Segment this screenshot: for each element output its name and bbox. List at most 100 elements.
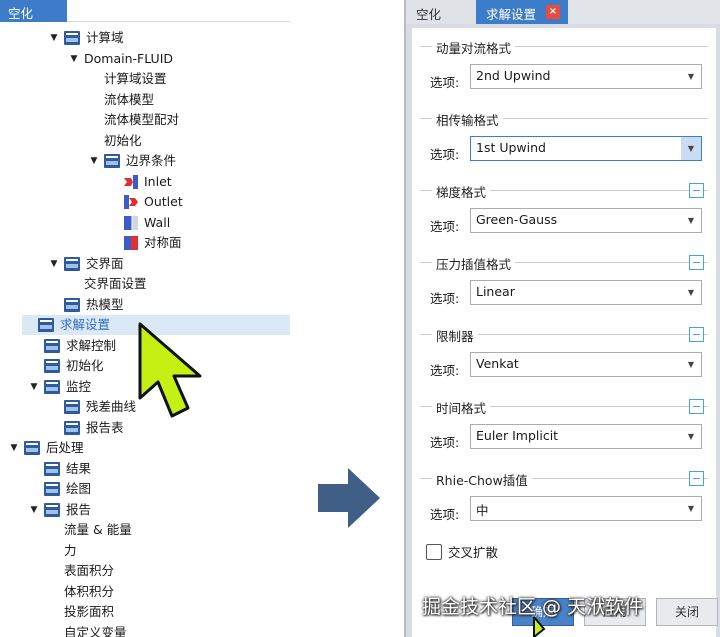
settings-group: 梯度格式 选项: Green-Gauss ▼	[420, 180, 708, 244]
tree-item-label: 后处理	[46, 440, 84, 455]
collapse-icon[interactable]	[689, 183, 704, 198]
tree-item[interactable]: ▼ 计算域	[48, 28, 124, 48]
folder-icon	[64, 420, 80, 435]
group-title: 时间格式	[432, 398, 491, 417]
tree-item[interactable]: 计算域设置	[88, 69, 167, 89]
tree-item-label: 报告	[66, 501, 92, 517]
tree-item-label: 求解设置	[60, 317, 111, 332]
symmetry-icon	[124, 236, 138, 250]
folder-icon	[64, 400, 80, 414]
close-icon[interactable]: ×	[546, 5, 560, 19]
chevron-down-icon[interactable]: ▼	[681, 209, 701, 232]
scheme-select[interactable]: Linear ▼	[470, 280, 702, 305]
tree-item-label: 表面积分	[64, 563, 115, 578]
scheme-select[interactable]: Venkat ▼	[470, 352, 702, 377]
tree-item-label: 热模型	[86, 296, 124, 312]
group-title: 相传输格式	[432, 110, 503, 129]
chevron-down-icon[interactable]: ▼	[681, 137, 701, 160]
wall-icon	[124, 215, 138, 230]
tree-item-label: 计算域设置	[104, 71, 167, 86]
tree-item[interactable]: Wall	[108, 213, 170, 233]
group-title: 压力插值格式	[432, 254, 516, 273]
tree-item[interactable]: 求解控制	[28, 336, 116, 356]
tree-item[interactable]: 初始化	[88, 131, 142, 151]
chevron-down-icon[interactable]: ▼	[681, 497, 701, 520]
expand-caret-icon[interactable]: ▼	[88, 151, 100, 171]
tree-item[interactable]: Outlet	[108, 192, 183, 212]
tree-item[interactable]: ▼ 监控	[28, 377, 91, 397]
expand-caret-icon[interactable]: ▼	[48, 254, 60, 274]
expand-caret-icon[interactable]: ▼	[48, 28, 60, 48]
tree-item[interactable]: ▼ 交界面	[48, 254, 124, 274]
tree-item[interactable]: ▼ Domain-FLUID	[68, 49, 173, 69]
scheme-select[interactable]: Euler Implicit ▼	[470, 424, 702, 449]
collapse-icon[interactable]	[689, 255, 704, 270]
tree-item[interactable]: ▼ 报告	[28, 500, 91, 520]
solver-settings-panel: 空化 求解设置 × 动量对流格式 选项: 2nd Upwind ▼ 相传输格式 选项: 1s…	[404, 0, 720, 637]
tree-item-label: 监控	[66, 378, 92, 394]
tree-item-label: 残差曲线	[86, 399, 137, 414]
tree-item[interactable]: 残差曲线	[48, 397, 136, 417]
tree-item-label: 初始化	[66, 358, 104, 373]
tree-item-label: Domain-FLUID	[84, 50, 174, 66]
expand-caret-icon[interactable]: ▼	[28, 500, 40, 520]
group-title: 动量对流格式	[432, 38, 516, 57]
tree-item[interactable]: 流量 & 能量	[48, 520, 132, 540]
tree-item[interactable]: ▼ 边界条件	[88, 151, 176, 171]
tree-item[interactable]: 自定义变量	[48, 623, 127, 637]
collapse-icon[interactable]	[689, 327, 704, 342]
tree-item[interactable]: 结果	[28, 459, 91, 479]
tree-item[interactable]: 初始化	[28, 356, 104, 376]
cross-diffusion-option[interactable]: 交叉扩散	[426, 542, 498, 561]
tree-item[interactable]: ▼ 后处理	[8, 438, 84, 458]
arrow-right-icon	[318, 468, 380, 528]
scheme-select-value: 中	[476, 503, 489, 518]
scheme-select[interactable]: Green-Gauss ▼	[470, 208, 702, 233]
tree-item[interactable]: 体积积分	[48, 582, 114, 602]
tree-item[interactable]: 投影面积	[48, 602, 114, 622]
scheme-select[interactable]: 2nd Upwind ▼	[470, 64, 702, 89]
tab-cavitation[interactable]: 空化	[406, 0, 476, 24]
tree-item[interactable]: 表面积分	[48, 561, 114, 581]
tree-item[interactable]: 流体模型配对	[88, 110, 179, 130]
chevron-down-icon[interactable]: ▼	[681, 281, 701, 304]
chevron-down-icon[interactable]: ▼	[681, 425, 701, 448]
folder-icon	[44, 359, 60, 373]
tree-item-label: 边界条件	[126, 153, 177, 168]
tree-item-label: 对称面	[144, 235, 182, 250]
tree-panel: 空化 ▼ 计算域 ▼ Domain-FLUID 计算域设置 流体模型 流体模型配对 初始化 ▼ 边…	[0, 0, 290, 637]
tree-item-label: 绘图	[66, 481, 92, 496]
expand-caret-icon[interactable]: ▼	[8, 438, 20, 458]
watermark-text: 掘金技术社区 @ 天洑软件	[422, 596, 644, 618]
tree-panel-tab[interactable]: 空化	[0, 0, 67, 22]
mouse-cursor-icon	[533, 617, 546, 637]
tree-item[interactable]: 对称面	[108, 233, 182, 253]
chevron-down-icon[interactable]: ▼	[681, 65, 701, 88]
chevron-down-icon[interactable]: ▼	[681, 353, 701, 376]
tree-item[interactable]: Inlet	[108, 172, 172, 192]
close-button[interactable]: 关闭	[656, 598, 718, 626]
tree-item-label: Wall	[144, 214, 171, 230]
inlet-icon	[124, 174, 138, 189]
scheme-select-value: Green-Gauss	[476, 212, 558, 227]
folder-icon	[44, 338, 60, 353]
settings-group: Rhie-Chow插值 选项: 中 ▼	[420, 468, 708, 532]
cross-diffusion-checkbox[interactable]	[426, 543, 442, 560]
scheme-select[interactable]: 1st Upwind ▼	[470, 136, 702, 161]
collapse-icon[interactable]	[689, 471, 704, 486]
tab-bar: 空化 求解设置 ×	[406, 0, 720, 24]
tree-item-label: 流量 & 能量	[64, 522, 132, 537]
scheme-select[interactable]: 中 ▼	[470, 496, 702, 521]
expand-caret-icon[interactable]: ▼	[68, 49, 80, 69]
collapse-icon[interactable]	[689, 399, 704, 414]
tree-item-label: 流体模型	[104, 91, 155, 107]
tree-item[interactable]: 报告表	[48, 418, 124, 438]
expand-caret-icon[interactable]: ▼	[28, 377, 40, 397]
tree-item[interactable]: 交界面设置	[68, 274, 147, 294]
tree-item-label: 交界面	[86, 255, 124, 271]
option-label: 选项:	[430, 147, 460, 162]
tree-item[interactable]: 力	[48, 541, 77, 561]
tree-item[interactable]: 绘图	[28, 479, 91, 499]
tree-item[interactable]: 流体模型	[88, 90, 154, 110]
tree-item[interactable]: 热模型	[48, 295, 124, 315]
